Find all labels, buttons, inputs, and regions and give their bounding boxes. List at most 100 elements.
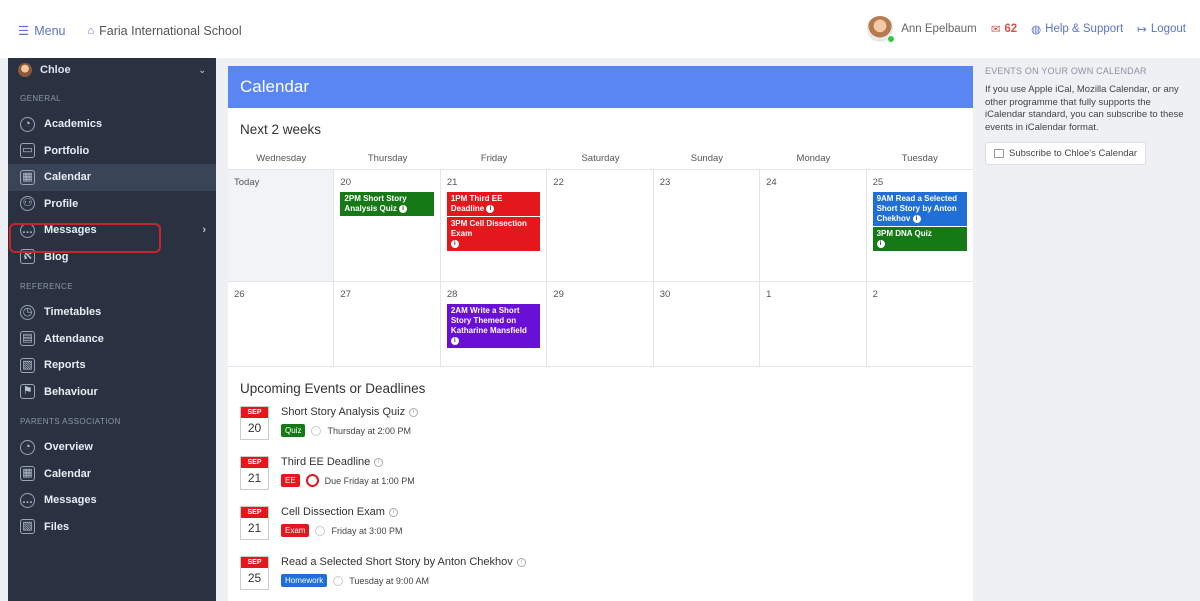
weekday-label: Thursday bbox=[367, 153, 408, 164]
calendar-day-cell[interactable]: 27 bbox=[334, 282, 441, 366]
upcoming-meta: EE Due Friday at 1:00 PM bbox=[281, 474, 415, 487]
calendar-day-cell[interactable]: Today bbox=[228, 170, 335, 281]
info-icon[interactable]: i bbox=[912, 214, 921, 223]
event-read-chekhov[interactable]: 9AM Read a Selected Short Story by Anton… bbox=[872, 192, 967, 226]
calendar-day-cell[interactable]: 28 2AM Write a Short Story Themed on Kat… bbox=[441, 282, 548, 366]
day-number: 27 bbox=[340, 289, 351, 300]
date-badge: SEP 21 bbox=[240, 506, 269, 540]
sidebar-item-files[interactable]: ▧ Files bbox=[8, 514, 216, 541]
upcoming-meta: Homework Tuesday at 9:00 AM bbox=[281, 574, 526, 587]
calendar-day-cell[interactable]: 1 bbox=[760, 282, 867, 366]
upcoming-title[interactable]: Short Story Analysis Quiz bbox=[281, 406, 405, 418]
upcoming-info: Third EE Deadline i EE Due Friday at 1:00… bbox=[281, 456, 415, 487]
day-number: 28 bbox=[446, 289, 458, 300]
help-support-link[interactable]: ◍ Help & Support bbox=[1031, 22, 1123, 36]
calendar-day-cell[interactable]: 21 1PM Third EE Deadline i 3PM Cell Diss… bbox=[441, 170, 548, 281]
sidebar-item-behaviour[interactable]: ⚑ Behaviour bbox=[8, 379, 216, 406]
sidebar-item-reports[interactable]: ▧ Reports bbox=[8, 352, 216, 379]
upcoming-item[interactable]: SEP 25 Read a Selected Short Story by An… bbox=[228, 556, 973, 601]
day-number: 30 bbox=[659, 289, 671, 300]
section-general: GENERAL bbox=[20, 94, 62, 103]
calendar-week-2: 26 27 28 2AM Write a Short Story Themed … bbox=[228, 282, 973, 367]
clock-icon bbox=[311, 425, 322, 436]
calendar-day-cell[interactable]: 24 bbox=[760, 170, 867, 281]
sidebar-item-portfolio[interactable]: ▭ Portfolio bbox=[8, 138, 216, 165]
overview-icon: ◔ bbox=[20, 439, 35, 455]
sidebar-item-profile[interactable]: ⚇ Profile bbox=[8, 191, 216, 218]
day-number: 1 bbox=[766, 289, 772, 300]
ical-panel: EVENTS ON YOUR OWN CALENDAR If you use A… bbox=[985, 66, 1190, 165]
sidebar-item-label: Behaviour bbox=[44, 385, 98, 398]
sidebar-item-pa-messages[interactable]: … Messages bbox=[8, 487, 216, 514]
chevron-down-icon: ⌄ bbox=[198, 64, 206, 75]
globe-icon: ◍ bbox=[1031, 24, 1042, 36]
sidebar-item-label: Reports bbox=[44, 359, 86, 372]
type-tag: Exam bbox=[281, 524, 310, 537]
sidebar-item-pa-calendar[interactable]: ▦ Calendar bbox=[8, 461, 216, 488]
calendar-day-cell[interactable]: 2 bbox=[867, 282, 973, 366]
calendar-day-cell[interactable]: 29 bbox=[547, 282, 654, 366]
type-tag: Homework bbox=[281, 574, 328, 587]
menu-label: Menu bbox=[34, 23, 66, 38]
upcoming-when: Tuesday at 9:00 AM bbox=[349, 575, 429, 586]
school-link[interactable]: ⌂ Faria International School bbox=[88, 24, 242, 38]
event-short-story-quiz[interactable]: 2PM Short Story Analysis Quiz i bbox=[340, 192, 434, 216]
ical-panel-title: EVENTS ON YOUR OWN CALENDAR bbox=[985, 66, 1147, 76]
info-icon[interactable]: i bbox=[388, 507, 398, 517]
event-dna-quiz[interactable]: 3PM DNA Quiz i bbox=[872, 227, 967, 251]
weekday-label: Wednesday bbox=[256, 153, 307, 164]
attendance-icon: ▤ bbox=[20, 331, 35, 347]
day-number: 23 bbox=[659, 177, 671, 188]
info-icon[interactable]: i bbox=[409, 407, 419, 417]
menu-button[interactable]: ☰ Menu bbox=[18, 23, 66, 39]
info-icon[interactable]: i bbox=[876, 239, 885, 248]
calendar-day-cell[interactable]: 25 9AM Read a Selected Short Story by An… bbox=[867, 170, 973, 281]
upcoming-item[interactable]: SEP 20 Short Story Analysis Quiz i Quiz T… bbox=[228, 406, 973, 456]
envelope-icon: ✉ bbox=[990, 24, 1001, 36]
weekday-label: Sunday bbox=[690, 153, 724, 164]
calendar-day-cell[interactable]: 26 bbox=[228, 282, 335, 366]
weekday-label: Monday bbox=[796, 153, 831, 164]
chat-icon: … bbox=[20, 492, 35, 508]
info-icon[interactable]: i bbox=[450, 336, 459, 345]
event-third-ee-deadline[interactable]: 1PM Third EE Deadline i bbox=[446, 192, 541, 216]
upcoming-title[interactable]: Third EE Deadline bbox=[281, 456, 370, 468]
event-cell-dissection-exam[interactable]: 3PM Cell Dissection Exam i bbox=[446, 217, 541, 251]
sidebar-item-attendance[interactable]: ▤ Attendance bbox=[8, 326, 216, 353]
upcoming-heading: Upcoming Events or Deadlines bbox=[240, 381, 426, 396]
calendar-day-cell[interactable]: 23 bbox=[654, 170, 761, 281]
sidebar-item-overview[interactable]: ◔ Overview bbox=[8, 434, 216, 461]
sidebar-item-academics[interactable]: ◔ Academics bbox=[8, 111, 216, 138]
info-icon[interactable]: i bbox=[516, 557, 526, 567]
upcoming-item[interactable]: SEP 21 Cell Dissection Exam i Exam Friday… bbox=[228, 506, 973, 556]
section-reference: REFERENCE bbox=[20, 282, 73, 291]
date-month: SEP bbox=[241, 507, 268, 518]
calendar-day-cell[interactable]: 30 bbox=[654, 282, 761, 366]
upcoming-info: Short Story Analysis Quiz i Quiz Thursday… bbox=[281, 406, 419, 437]
calendar-day-cell[interactable]: 20 2PM Short Story Analysis Quiz i bbox=[334, 170, 441, 281]
user-name[interactable]: Ann Epelbaum bbox=[901, 23, 976, 35]
info-icon[interactable]: i bbox=[374, 457, 384, 467]
weekday-label: Saturday bbox=[581, 153, 620, 164]
sidebar-user-switcher[interactable]: Chloe ⌄ bbox=[8, 58, 216, 82]
messages-link[interactable]: ✉ 62 bbox=[991, 22, 1017, 36]
day-number: 21 bbox=[446, 177, 458, 188]
top-bar-left: ☰ Menu ⌂ Faria International School bbox=[18, 23, 242, 39]
event-write-short-story[interactable]: 2AM Write a Short Story Themed on Kathar… bbox=[446, 304, 541, 348]
top-bar: ☰ Menu ⌂ Faria International School Ann … bbox=[0, 0, 1200, 58]
online-status-icon bbox=[887, 35, 896, 43]
day-number: 20 bbox=[340, 177, 351, 188]
calendar-day-cell[interactable]: 22 bbox=[547, 170, 654, 281]
sidebar-item-timetables[interactable]: ◷ Timetables bbox=[8, 299, 216, 326]
upcoming-title[interactable]: Read a Selected Short Story by Anton Che… bbox=[281, 556, 513, 568]
upcoming-title[interactable]: Cell Dissection Exam bbox=[281, 506, 385, 518]
user-avatar[interactable] bbox=[867, 16, 896, 43]
sidebar-item-calendar[interactable]: ▦ Calendar bbox=[8, 164, 216, 191]
clock-icon bbox=[333, 575, 344, 586]
logout-link[interactable]: ↦ Logout bbox=[1137, 22, 1186, 36]
subscribe-calendar-button[interactable]: Subscribe to Chloe's Calendar bbox=[985, 142, 1147, 165]
info-icon[interactable]: i bbox=[450, 239, 459, 248]
upcoming-item[interactable]: SEP 21 Third EE Deadline i EE Due Friday … bbox=[228, 456, 973, 506]
info-icon[interactable]: i bbox=[399, 204, 408, 213]
info-icon[interactable]: i bbox=[486, 204, 495, 213]
